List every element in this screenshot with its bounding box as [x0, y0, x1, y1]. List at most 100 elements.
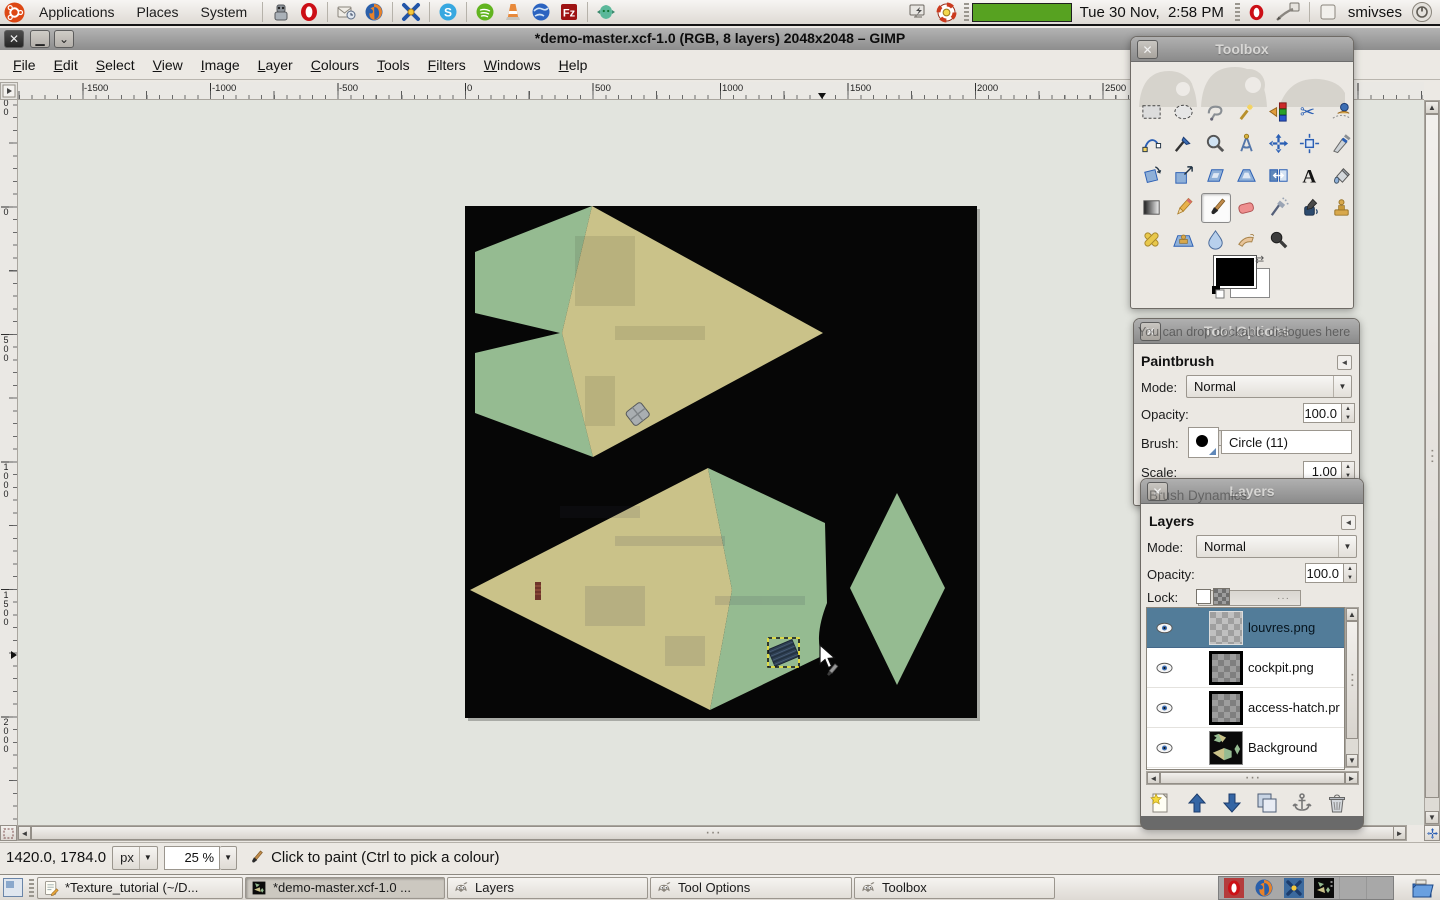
vlc-icon[interactable] [501, 1, 525, 23]
menu-places[interactable]: Places [126, 0, 190, 25]
scroll-down-arrow-icon[interactable]: ▼ [1346, 754, 1358, 767]
tool-flip[interactable] [1264, 161, 1292, 189]
display-settings-icon[interactable] [907, 1, 931, 23]
tool-scale[interactable] [1169, 161, 1197, 189]
skype-icon[interactable]: S [436, 1, 460, 23]
tool-eraser[interactable] [1232, 193, 1260, 221]
tool-measure[interactable] [1232, 129, 1260, 157]
panel-grip[interactable] [964, 3, 969, 21]
canvas-navigation-button[interactable] [1424, 825, 1440, 841]
visibility-eye-icon[interactable] [1147, 622, 1181, 634]
lower-layer-button[interactable] [1220, 791, 1244, 815]
layer-row-cockpit[interactable]: cockpit.png [1147, 648, 1344, 688]
tool-align[interactable] [1295, 129, 1323, 157]
tablet-stylus-icon[interactable] [1273, 1, 1303, 23]
layer-row-access-hatch[interactable]: access-hatch.pr [1147, 688, 1344, 728]
foreground-color-swatch[interactable] [1214, 256, 1256, 288]
image-canvas[interactable] [465, 206, 977, 718]
tray-xchat-icon[interactable] [1281, 877, 1307, 899]
tool-select-by-color[interactable] [1264, 97, 1292, 125]
task-tool-options[interactable]: Tool Options [650, 877, 852, 899]
tool-airbrush[interactable] [1264, 193, 1292, 221]
toolbox-titlebar[interactable]: ✕ Toolbox [1131, 37, 1353, 62]
unit-selector[interactable]: px▼ [112, 846, 158, 870]
distributor-logo-icon[interactable] [2, 1, 26, 23]
layer-thumbnail[interactable] [1209, 731, 1243, 765]
new-layer-button[interactable] [1149, 791, 1173, 815]
tool-ellipse-select[interactable] [1169, 97, 1197, 125]
power-button-icon[interactable] [1410, 1, 1434, 23]
layers-titlebar[interactable]: ✕ Layers [1141, 479, 1363, 504]
lock-alpha-icon[interactable] [1213, 588, 1230, 605]
task-layers[interactable]: Layers [447, 877, 648, 899]
help-lifesaver-icon[interactable] [935, 1, 959, 23]
layer-thumbnail[interactable] [1209, 691, 1243, 725]
layer-row-louvres[interactable]: louvres.png [1147, 608, 1344, 648]
menu-system[interactable]: System [190, 0, 259, 25]
menu-tools[interactable]: Tools [368, 53, 419, 77]
tool-zoom[interactable] [1201, 129, 1229, 157]
tool-ink[interactable] [1295, 193, 1323, 221]
layer-name[interactable]: louvres.png [1248, 620, 1315, 635]
user-switcher-checkbox-icon[interactable] [1316, 1, 1340, 23]
opera-icon[interactable] [297, 1, 321, 23]
hscroll-thumb[interactable]: ··· [1160, 772, 1345, 784]
close-icon[interactable]: ✕ [1140, 322, 1161, 341]
layer-name[interactable]: Background [1248, 740, 1317, 755]
layer-thumbnail[interactable] [1209, 611, 1243, 645]
opacity-spin-entry[interactable]: 100.0 [1303, 403, 1342, 423]
opacity-spin-buttons[interactable]: ▲▼ [1342, 403, 1355, 423]
menu-select[interactable]: Select [87, 53, 144, 77]
close-icon[interactable]: ✕ [1147, 482, 1168, 501]
visibility-eye-icon[interactable] [1147, 702, 1181, 714]
opera-tray-icon[interactable] [1245, 1, 1269, 23]
default-colors-icon[interactable] [1211, 285, 1225, 304]
scroll-up-arrow-icon[interactable]: ▲ [1346, 608, 1358, 621]
task-demo-master[interactable]: *demo-master.xcf-1.0 ... [245, 877, 445, 899]
collapse-arrow-icon[interactable]: ◄ [1341, 515, 1356, 530]
clock-applet[interactable]: Tue 30 Nov, 2:58 PM [1072, 4, 1232, 21]
scroll-down-arrow-icon[interactable]: ▼ [1425, 811, 1439, 824]
ruler-origin-button[interactable] [0, 82, 18, 100]
scroll-left-arrow-icon[interactable]: ◄ [1147, 772, 1160, 784]
update-manager-icon[interactable] [269, 1, 293, 23]
menu-windows[interactable]: Windows [475, 53, 550, 77]
menu-edit[interactable]: Edit [45, 53, 87, 77]
clipboard-manager-icon[interactable] [1408, 877, 1436, 899]
vscroll-thumb[interactable]: ··· [1425, 114, 1439, 798]
layer-mode-dropdown[interactable]: Normal▼ [1196, 535, 1357, 558]
evolution-mail-icon[interactable] [334, 1, 358, 23]
workspace-switcher[interactable] [3, 878, 23, 897]
tool-move[interactable] [1264, 129, 1292, 157]
collapse-arrow-icon[interactable]: ◄ [1337, 355, 1352, 370]
raise-layer-button[interactable] [1185, 791, 1209, 815]
canvas-vertical-scrollbar[interactable]: ▲ ··· ▼ [1424, 100, 1440, 825]
tool-foreground-select[interactable] [1327, 97, 1355, 125]
firefox-icon[interactable] [362, 1, 386, 23]
tool-blur-sharpen[interactable] [1201, 225, 1229, 253]
menu-filters[interactable]: Filters [419, 53, 475, 77]
vscroll-thumb[interactable]: ··· [1346, 621, 1358, 739]
spotify-icon[interactable] [473, 1, 497, 23]
layer-name[interactable]: access-hatch.pr [1248, 700, 1340, 715]
zoom-dropdown-button[interactable]: ▼ [220, 846, 237, 870]
tool-rotate[interactable] [1137, 161, 1165, 189]
tool-free-select[interactable] [1201, 97, 1229, 125]
scroll-up-arrow-icon[interactable]: ▲ [1425, 101, 1439, 114]
tool-options-titlebar[interactable]: ✕ Tool Options [1134, 319, 1359, 344]
menu-layer[interactable]: Layer [249, 53, 302, 77]
panel-grip[interactable] [1235, 3, 1240, 21]
zoom-level-entry[interactable]: 25 % [164, 846, 220, 870]
anchor-layer-button[interactable] [1290, 791, 1314, 815]
pidgin-icon[interactable] [594, 1, 618, 23]
scroll-left-arrow-icon[interactable]: ◄ [18, 826, 31, 840]
quick-mask-toggle-button[interactable] [0, 825, 17, 841]
menu-view[interactable]: View [144, 53, 192, 77]
menu-image[interactable]: Image [192, 53, 249, 77]
layer-list-vscrollbar[interactable]: ▲ ··· ▼ [1345, 607, 1359, 768]
visibility-eye-icon[interactable] [1147, 662, 1181, 674]
brush-preview[interactable] [1188, 427, 1219, 458]
taskbar-grip[interactable] [29, 879, 34, 897]
layer-opacity-spin-entry[interactable]: 100.0 [1305, 563, 1344, 583]
tool-crop[interactable] [1327, 129, 1355, 157]
